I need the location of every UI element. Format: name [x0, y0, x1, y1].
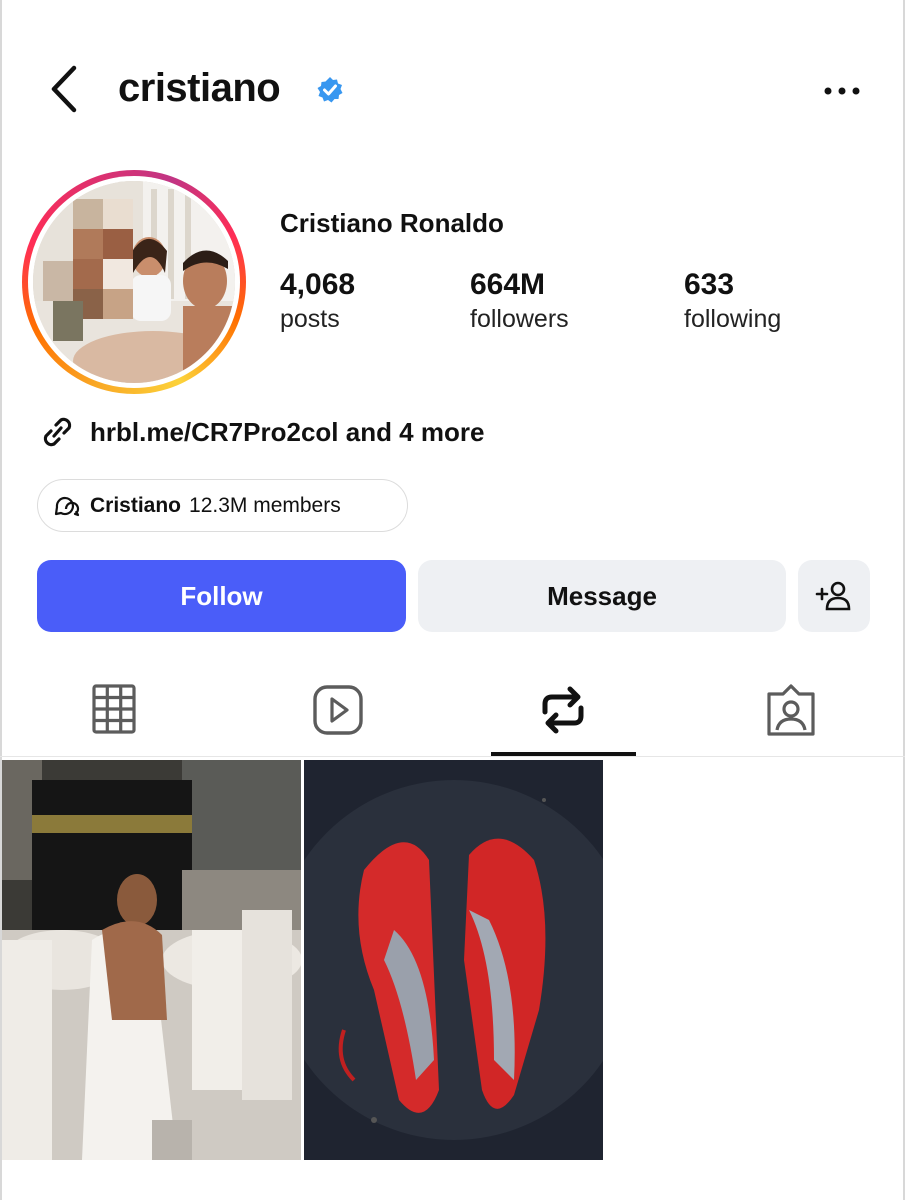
profile-full-name: Cristiano Ronaldo: [280, 208, 504, 238]
suggested-users-button[interactable]: [798, 560, 870, 632]
posts-count[interactable]: 4,068 posts: [280, 268, 355, 336]
following-count[interactable]: 633 following: [684, 268, 781, 336]
more-options-icon: [824, 87, 860, 95]
followers-count-label: followers: [470, 305, 569, 333]
back-button[interactable]: [46, 64, 86, 114]
tab-reposts[interactable]: [535, 682, 591, 738]
followers-count-value: 664M: [470, 268, 546, 301]
posts-count-value: 4,068: [280, 268, 356, 301]
add-person-icon: [815, 581, 851, 611]
message-button[interactable]: Message: [418, 560, 786, 632]
bio-link-text: hrbl.me/CR7Pro2col and 4 more: [90, 416, 485, 447]
grid-icon: [92, 684, 136, 734]
channel-name: Cristiano: [90, 493, 182, 517]
chat-bubbles-icon: [54, 496, 80, 516]
bio-link[interactable]: hrbl.me/CR7Pro2col and 4 more: [38, 414, 484, 450]
repost-icon: [542, 686, 584, 734]
follow-button[interactable]: Follow: [37, 560, 406, 632]
profile-avatar[interactable]: [22, 170, 246, 394]
posts-count-label: posts: [280, 305, 340, 333]
grid-post-1[interactable]: [2, 760, 301, 1160]
channel-members: 12.3M members: [189, 493, 341, 517]
tabs-divider: [0, 756, 905, 757]
chevron-left-icon: [51, 65, 77, 113]
following-count-value: 633: [684, 268, 735, 301]
following-count-label: following: [684, 305, 782, 333]
tab-tagged[interactable]: [763, 682, 819, 738]
more-options-button[interactable]: [822, 84, 862, 96]
tab-reels[interactable]: [310, 682, 366, 738]
profile-username: cristiano: [118, 66, 281, 110]
grid-post-2[interactable]: [304, 760, 603, 1160]
verified-badge-icon: [316, 76, 344, 104]
reels-icon: [313, 685, 363, 735]
followers-count[interactable]: 664M followers: [470, 268, 569, 336]
tab-posts-grid[interactable]: [86, 682, 142, 738]
avatar-photo: [33, 181, 235, 383]
broadcast-channel-pill[interactable]: Cristiano 12.3M members: [37, 479, 408, 532]
tagged-person-icon: [767, 684, 815, 736]
link-icon: [43, 417, 72, 447]
